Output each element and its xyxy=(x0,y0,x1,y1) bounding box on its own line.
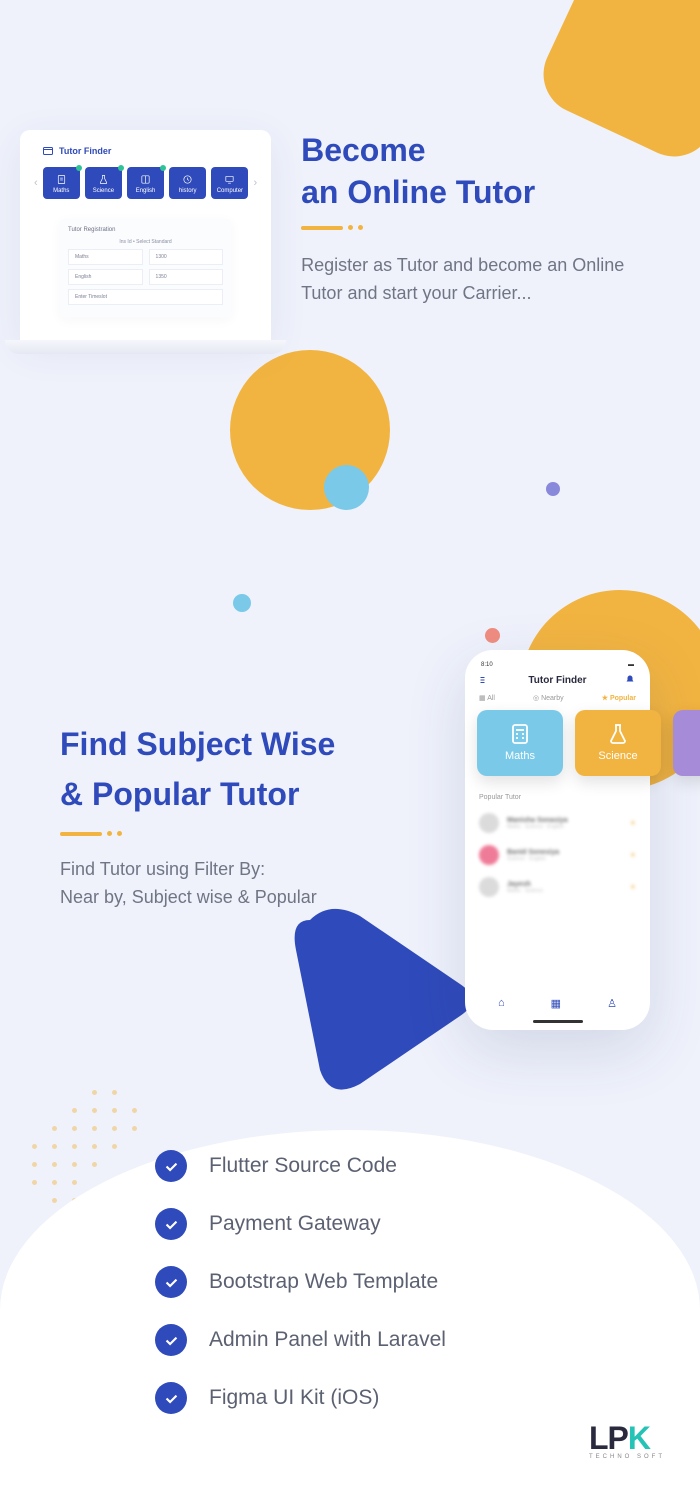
user-icon[interactable]: ♙ xyxy=(607,997,617,1010)
grid-icon[interactable]: ▦ xyxy=(551,997,561,1010)
section-title: Becomean Online Tutor xyxy=(301,130,670,213)
monitor-icon xyxy=(224,174,235,185)
flask-icon xyxy=(606,722,630,746)
reg-cell[interactable]: English xyxy=(68,269,143,285)
tutor-item[interactable]: Banid SonesiyaScience · English★ xyxy=(475,839,640,871)
tutor-item[interactable]: Manisha SonasiyaMaths · Science · Englis… xyxy=(475,807,640,839)
feature-item: Figma UI Kit (iOS) xyxy=(155,1382,446,1414)
underline-decor xyxy=(301,225,670,230)
decor-play-shape xyxy=(280,900,480,1100)
prev-icon[interactable]: ‹ xyxy=(34,177,38,189)
app-title: Tutor Finder xyxy=(528,675,586,686)
subject-maths[interactable]: Maths xyxy=(477,710,563,776)
bottom-nav[interactable]: ⌂ ▦ ♙ xyxy=(475,997,640,1010)
feature-item: Flutter Source Code xyxy=(155,1150,446,1182)
timeslot-input[interactable]: Enter Timeslot xyxy=(68,289,223,305)
check-icon xyxy=(155,1382,187,1414)
subject-card-history[interactable]: history xyxy=(169,167,206,199)
popular-label: Popular Tutor xyxy=(479,794,640,801)
subject-card-computer[interactable]: Computer xyxy=(211,167,248,199)
decor-dot xyxy=(546,482,560,496)
tutor-item[interactable]: JayeshMaths · Science★ xyxy=(475,871,640,903)
next-icon[interactable]: › xyxy=(253,177,257,189)
logo-icon xyxy=(42,145,54,157)
clock-icon xyxy=(182,174,193,185)
company-logo: LPK TECHNO SOFT xyxy=(589,1420,665,1460)
reg-cell[interactable]: 1350 xyxy=(149,269,224,285)
check-icon xyxy=(155,1266,187,1298)
calc-icon xyxy=(56,174,67,185)
app-header: Tutor Finder xyxy=(32,142,259,167)
home-icon[interactable]: ⌂ xyxy=(498,997,505,1010)
laptop-mockup: Tutor Finder ‹ Maths Science English his… xyxy=(20,130,271,354)
reg-header: Ins Id • Select Standard xyxy=(68,239,223,245)
tab-nearby[interactable]: ◎ Nearby xyxy=(533,694,564,702)
registration-panel: Tutor Registration Ins Id • Select Stand… xyxy=(60,219,231,317)
feature-item: Payment Gateway xyxy=(155,1208,446,1240)
subject-card-english[interactable]: English xyxy=(127,167,164,199)
check-icon xyxy=(155,1208,187,1240)
features-list: Flutter Source Code Payment Gateway Boot… xyxy=(155,1150,446,1440)
bell-icon[interactable] xyxy=(624,674,636,686)
panel-title: Tutor Registration xyxy=(68,227,223,233)
decor-dot xyxy=(485,628,500,643)
calc-icon xyxy=(508,722,532,746)
subject-english[interactable]: En xyxy=(673,710,700,776)
home-indicator xyxy=(533,1020,583,1023)
status-bar: 8:10▬ xyxy=(475,660,640,674)
book-icon xyxy=(140,174,151,185)
feature-item: Admin Panel with Laravel xyxy=(155,1324,446,1356)
check-icon xyxy=(155,1324,187,1356)
subject-card-maths[interactable]: Maths xyxy=(43,167,80,199)
section-description: Register as Tutor and become an Online T… xyxy=(301,252,670,308)
subject-card-science[interactable]: Science xyxy=(85,167,122,199)
menu-icon[interactable] xyxy=(479,674,491,686)
check-icon xyxy=(155,1150,187,1182)
tab-popular[interactable]: ★ Popular xyxy=(602,694,636,702)
phone-mockup: 8:10▬ Tutor Finder ▦ All ◎ Nearby ★ Popu… xyxy=(465,650,650,1030)
reg-cell[interactable]: Maths xyxy=(68,249,143,265)
flask-icon xyxy=(98,174,109,185)
decor-dot xyxy=(324,465,369,510)
tab-all[interactable]: ▦ All xyxy=(479,694,495,702)
subject-science[interactable]: Science xyxy=(575,710,661,776)
reg-cell[interactable]: 1300 xyxy=(149,249,224,265)
decor-dot xyxy=(233,594,251,612)
feature-item: Bootstrap Web Template xyxy=(155,1266,446,1298)
